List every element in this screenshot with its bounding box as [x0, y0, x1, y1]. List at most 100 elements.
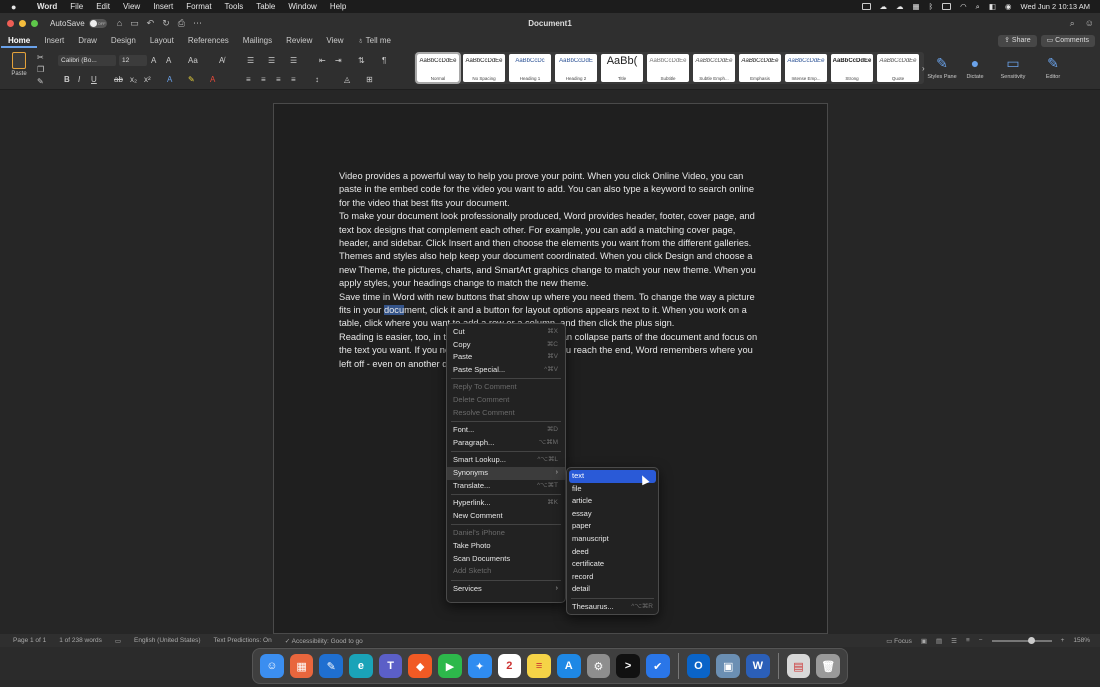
numbering-icon[interactable]: ☰	[268, 56, 275, 65]
menu-file[interactable]: File	[70, 2, 83, 11]
word-icon[interactable]: W	[745, 654, 770, 678]
terminal-icon[interactable]: >	[616, 654, 640, 678]
menu-item-copy[interactable]: Copy ⌘C	[447, 339, 565, 352]
print-layout-icon[interactable]: ▣	[921, 637, 927, 645]
text-effects-icon[interactable]: A	[167, 75, 172, 84]
print-icon[interactable]: ⎙	[178, 18, 185, 29]
zoom-window-button[interactable]	[31, 19, 38, 27]
appstore-icon[interactable]: A	[556, 654, 581, 678]
multilevel-list-icon[interactable]: ☰	[290, 56, 297, 65]
siri-icon[interactable]: ◉	[1005, 2, 1012, 11]
bullets-icon[interactable]: ☰	[247, 56, 254, 65]
tab-review[interactable]: Review	[279, 33, 319, 48]
word-count[interactable]: 1 of 238 words	[59, 637, 102, 644]
tab-home[interactable]: Home	[1, 33, 38, 48]
underline-icon[interactable]: U	[91, 75, 97, 84]
outline-view-icon[interactable]: ☰	[951, 637, 957, 645]
display-icon[interactable]	[861, 3, 871, 10]
paragraph-3[interactable]: Themes and styles also help keep your do…	[339, 250, 761, 290]
synonym-detail[interactable]: detail	[567, 583, 658, 596]
font-size-dropdown[interactable]: 12	[119, 55, 147, 66]
strikethrough-icon[interactable]: ab	[114, 75, 123, 84]
facetime-icon[interactable]: ▶	[438, 654, 462, 678]
menu-item-font[interactable]: Font... ⌘D	[447, 424, 565, 437]
teams-icon[interactable]: T	[378, 654, 403, 678]
paragraph-2[interactable]: To make your document look professionall…	[339, 210, 761, 250]
language-status[interactable]: English (United States)	[134, 637, 200, 644]
menu-item-new-comment[interactable]: New Comment	[447, 510, 565, 523]
paste-button[interactable]: Paste	[8, 52, 30, 77]
increase-font-icon[interactable]: A	[151, 56, 156, 65]
outlook-icon[interactable]: O	[686, 654, 711, 678]
page-count[interactable]: Page 1 of 1	[13, 637, 46, 644]
format-painter-icon[interactable]: ✎	[37, 77, 44, 86]
tab-draw[interactable]: Draw	[71, 33, 104, 48]
battery-icon[interactable]	[942, 3, 952, 10]
synonym-essay[interactable]: essay	[567, 508, 658, 521]
tab-view[interactable]: View	[319, 33, 350, 48]
menu-edit[interactable]: Edit	[96, 2, 110, 11]
increase-indent-icon[interactable]: ⇥	[335, 56, 342, 65]
synonym-paper[interactable]: paper	[567, 520, 658, 533]
more-icon[interactable]: ⋯	[193, 18, 202, 29]
style-emphasis[interactable]: AaBbCcDdEe Emphasis	[739, 54, 781, 82]
zoom-level[interactable]: 158%	[1073, 637, 1090, 644]
menu-app-name[interactable]: Word	[37, 2, 57, 11]
superscript-icon[interactable]: x²	[144, 75, 151, 84]
style-strong[interactable]: AaBbCcDdEe Strong	[831, 54, 873, 82]
menu-item-synonyms[interactable]: Synonyms ›	[447, 466, 565, 480]
change-case-icon[interactable]: Aa	[188, 56, 198, 65]
style-quote[interactable]: AaBbCcDdEe Quote	[877, 54, 919, 82]
proofing-icon[interactable]: ▭	[115, 637, 121, 645]
trash-icon[interactable]: 🗑	[816, 654, 841, 678]
redo-icon[interactable]: ↻	[162, 18, 170, 29]
clear-formatting-icon[interactable]: A̸	[219, 56, 224, 65]
search-document-icon[interactable]: ⌕	[1070, 18, 1075, 29]
editor-button[interactable]: ✎ Editor	[1038, 54, 1068, 80]
search-icon[interactable]: ⌕	[976, 2, 980, 12]
draft-view-icon[interactable]: ≡	[966, 637, 970, 644]
zoom-in-icon[interactable]: +	[1061, 637, 1065, 644]
copy-icon[interactable]: ❐	[37, 65, 44, 74]
style-intense-emphasis[interactable]: AaBbCcDdEe Intense Emp...	[785, 54, 827, 82]
text-predictions-status[interactable]: Text Predictions: On	[214, 637, 272, 644]
edge-icon[interactable]: e	[349, 654, 373, 678]
tab-layout[interactable]: Layout	[143, 33, 181, 48]
menu-item-cut[interactable]: Cut ⌘X	[447, 326, 565, 339]
todo-icon[interactable]: ✔	[645, 654, 670, 678]
style-heading-2[interactable]: AaBbCcDdE Heading 2	[555, 54, 597, 82]
paragraph-marks-icon[interactable]: ¶	[382, 56, 386, 65]
synonym-certificate[interactable]: certificate	[567, 558, 658, 571]
sort-icon[interactable]: ⇅	[358, 56, 365, 65]
menu-item-hyperlink[interactable]: Hyperlink... ⌘K	[447, 497, 565, 510]
menu-window[interactable]: Window	[288, 2, 316, 11]
cloud-icon[interactable]: ☁	[896, 2, 904, 11]
synonym-manuscript[interactable]: manuscript	[567, 533, 658, 546]
save-icon[interactable]: ▭	[130, 18, 139, 29]
align-center-icon[interactable]: ≡	[261, 75, 266, 84]
selected-word[interactable]: docu	[383, 305, 405, 316]
calendar-icon[interactable]: 2	[497, 654, 522, 678]
tell-me-search[interactable]: ♁ Tell me	[351, 33, 398, 48]
tab-insert[interactable]: Insert	[37, 33, 71, 48]
styles-more-icon[interactable]: ›	[922, 64, 925, 73]
menu-format[interactable]: Format	[186, 2, 211, 11]
highlight-icon[interactable]: ✎	[188, 75, 195, 84]
launchpad-icon[interactable]: ▦	[289, 654, 314, 678]
menu-insert[interactable]: Insert	[153, 2, 173, 11]
apple-menu-icon[interactable]: ●	[11, 2, 23, 12]
menu-view[interactable]: View	[123, 2, 140, 11]
line-spacing-icon[interactable]: ↕	[315, 75, 319, 84]
menu-item-take-photo[interactable]: Take Photo	[447, 540, 565, 553]
focus-button[interactable]: ▭ Focus	[886, 637, 912, 645]
share-button[interactable]: ⇪ Share	[998, 35, 1037, 47]
menu-item-paste-special[interactable]: Paste Special... ^⌘V	[447, 364, 565, 377]
undo-icon[interactable]: ↶	[147, 18, 155, 29]
decrease-indent-icon[interactable]: ⇤	[319, 56, 326, 65]
shading-icon[interactable]: ◬	[344, 75, 350, 84]
bold-icon[interactable]: B	[64, 75, 70, 84]
notes-icon[interactable]: ≡	[527, 654, 551, 678]
menu-tools[interactable]: Tools	[225, 2, 244, 11]
styles-pane-button[interactable]: ✎ Styles Pane	[927, 54, 957, 80]
comments-button[interactable]: ▭ Comments	[1040, 35, 1095, 47]
